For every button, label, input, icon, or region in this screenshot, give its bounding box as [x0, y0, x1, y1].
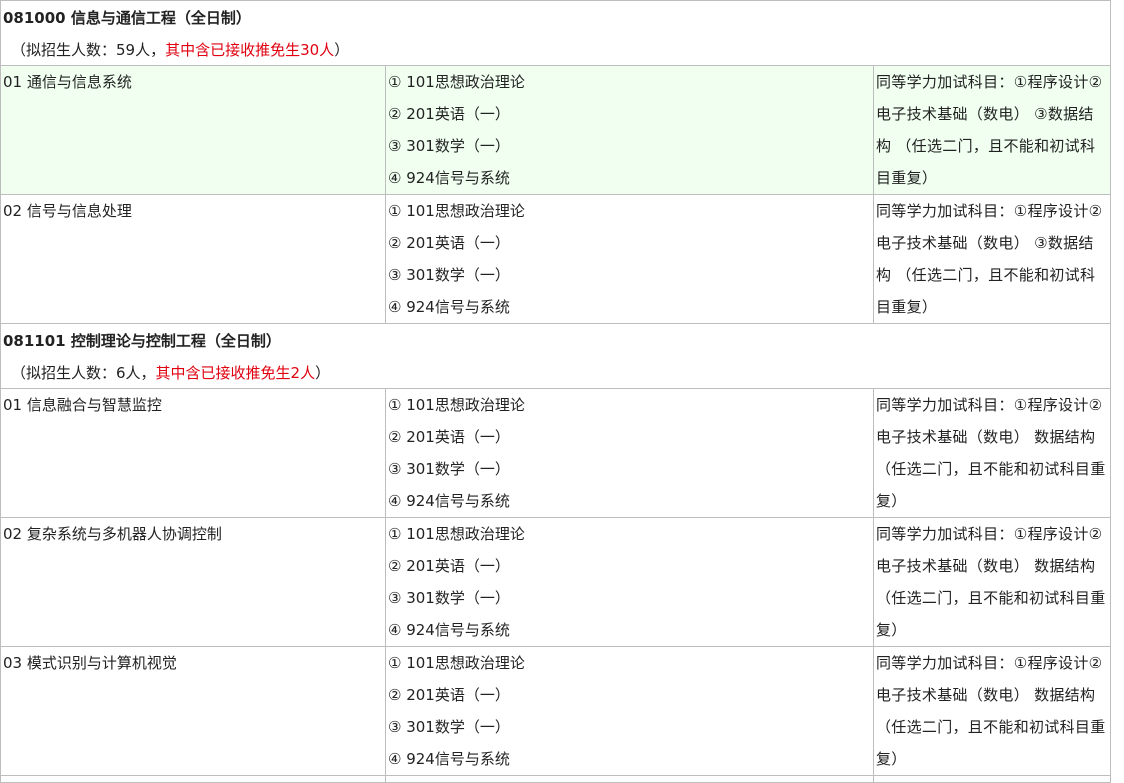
exam-subjects: ① 101思想政治理论 ② 201英语（一） ③ 301数学（一） ④ 924信…	[385, 65, 874, 195]
exam-subject: ③ 301数学（一）	[388, 137, 510, 155]
enrollment-close: ）	[315, 364, 331, 382]
direction-name: 02 信号与信息处理	[0, 194, 386, 324]
direction-name: 02 复杂系统与多机器人协调控制	[0, 517, 386, 647]
major-title: 081101 控制理论与控制工程（全日制）	[3, 332, 281, 350]
major-header-row: 081000 信息与通信工程（全日制） （拟招生人数：59人，其中含已接收推免生…	[0, 0, 1112, 66]
direction-name: 01 通信与信息系统	[0, 65, 386, 195]
exam-subject: ④ 924信号与系统	[388, 492, 510, 510]
exam-subject: ③ 301数学（一）	[388, 589, 510, 607]
exam-subject: ① 101思想政治理论	[388, 202, 525, 220]
exempt-count: 其中含已接收推免生30人	[165, 41, 335, 59]
exam-subject: ① 101思想政治理论	[388, 654, 525, 672]
exam-subjects: ① 101思想政治理论 ② 201英语（一） ③ 301数学（一） ④ 924信…	[385, 646, 874, 776]
exam-subject: ① 101思想政治理论	[388, 396, 525, 414]
table-row: 01 通信与信息系统 ① 101思想政治理论 ② 201英语（一） ③ 301数…	[0, 65, 1112, 195]
equivalent-exam-note: 同等学力加试科目：①程序设计②电子技术基础（数电） 数据结构 （任选二门，且不能…	[872, 646, 1112, 776]
exam-subject: ② 201英语（一）	[388, 234, 510, 252]
exam-subjects: ① 101思想政治理论 ② 201英语（一） ③ 301数学（一） ④ 924信…	[385, 194, 874, 324]
table-row: 03 模式识别与计算机视觉 ① 101思想政治理论 ② 201英语（一） ③ 3…	[0, 646, 1112, 776]
equivalent-exam-note: 同等学力加试科目：①程序设计②电子技术基础（数电） 数据结构 （任选二门，且不能…	[872, 388, 1112, 518]
empty-cell	[872, 775, 1112, 783]
table-row-continuation	[0, 775, 1112, 783]
direction-name: 01 信息融合与智慧监控	[0, 388, 386, 518]
admissions-table: 081000 信息与通信工程（全日制） （拟招生人数：59人，其中含已接收推免生…	[0, 0, 1112, 783]
exam-subject: ④ 924信号与系统	[388, 621, 510, 639]
exam-subject: ③ 301数学（一）	[388, 718, 510, 736]
exam-subject: ② 201英语（一）	[388, 105, 510, 123]
exam-subject: ④ 924信号与系统	[388, 169, 510, 187]
exam-subject: ① 101思想政治理论	[388, 73, 525, 91]
exam-subjects: ① 101思想政治理论 ② 201英语（一） ③ 301数学（一） ④ 924信…	[385, 517, 874, 647]
exam-subject: ② 201英语（一）	[388, 686, 510, 704]
major-header: 081000 信息与通信工程（全日制） （拟招生人数：59人，其中含已接收推免生…	[0, 0, 1112, 66]
major-title: 081000 信息与通信工程（全日制）	[3, 9, 251, 27]
major-header: 081101 控制理论与控制工程（全日制） （拟招生人数：6人，其中含已接收推免…	[0, 323, 1112, 389]
equivalent-exam-note: 同等学力加试科目：①程序设计②电子技术基础（数电） ③数据结构 （任选二门，且不…	[872, 194, 1112, 324]
exam-subject: ① 101思想政治理论	[388, 525, 525, 543]
empty-cell	[0, 775, 386, 783]
major-header-row: 081101 控制理论与控制工程（全日制） （拟招生人数：6人，其中含已接收推免…	[0, 323, 1112, 389]
exempt-count: 其中含已接收推免生2人	[155, 364, 316, 382]
equivalent-exam-note: 同等学力加试科目：①程序设计②电子技术基础（数电） ③数据结构 （任选二门，且不…	[872, 65, 1112, 195]
table-row: 01 信息融合与智慧监控 ① 101思想政治理论 ② 201英语（一） ③ 30…	[0, 388, 1112, 518]
exam-subject: ④ 924信号与系统	[388, 298, 510, 316]
table-row: 02 信号与信息处理 ① 101思想政治理论 ② 201英语（一） ③ 301数…	[0, 194, 1112, 324]
empty-cell	[385, 775, 874, 783]
enrollment-info: （拟招生人数：6人，其中含已接收推免生2人）	[3, 358, 1110, 388]
exam-subjects: ① 101思想政治理论 ② 201英语（一） ③ 301数学（一） ④ 924信…	[385, 388, 874, 518]
enrollment-count: （拟招生人数：6人，	[11, 364, 156, 382]
exam-subject: ② 201英语（一）	[388, 428, 510, 446]
exam-subject: ④ 924信号与系统	[388, 750, 510, 768]
direction-name: 03 模式识别与计算机视觉	[0, 646, 386, 776]
exam-subject: ③ 301数学（一）	[388, 266, 510, 284]
enrollment-info: （拟招生人数：59人，其中含已接收推免生30人）	[3, 35, 1110, 65]
exam-subject: ② 201英语（一）	[388, 557, 510, 575]
exam-subject: ③ 301数学（一）	[388, 460, 510, 478]
equivalent-exam-note: 同等学力加试科目：①程序设计②电子技术基础（数电） 数据结构 （任选二门，且不能…	[872, 517, 1112, 647]
enrollment-count: （拟招生人数：59人，	[11, 41, 166, 59]
enrollment-close: ）	[334, 41, 350, 59]
table-row: 02 复杂系统与多机器人协调控制 ① 101思想政治理论 ② 201英语（一） …	[0, 517, 1112, 647]
